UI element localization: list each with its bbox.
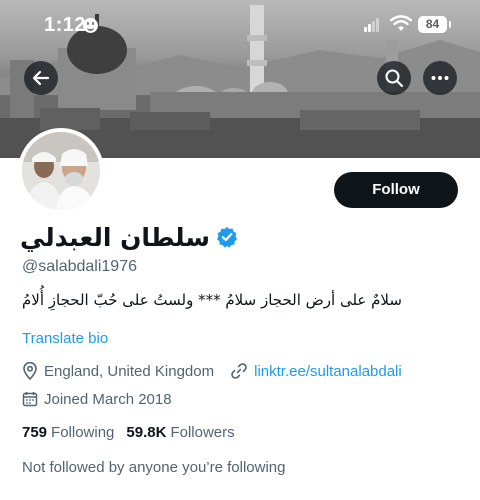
- following-stat[interactable]: 759 Following: [22, 424, 114, 441]
- wifi-icon: [390, 15, 412, 31]
- follow-button[interactable]: Follow: [334, 172, 458, 208]
- link-icon: [231, 363, 247, 379]
- verified-badge-icon[interactable]: [216, 226, 238, 248]
- more-button[interactable]: [423, 61, 457, 95]
- display-name-row: سلطان العبدلي: [20, 218, 238, 256]
- calendar-icon: [22, 392, 38, 407]
- profile-website-link[interactable]: linktr.ee/sultanalabdali: [254, 363, 402, 380]
- meta-row-location-link: England, United Kingdom linktr.ee/sultan…: [22, 360, 402, 382]
- following-label: Following: [51, 424, 115, 441]
- back-button[interactable]: [24, 61, 58, 95]
- translate-bio-link[interactable]: Translate bio: [22, 330, 108, 347]
- followers-label: Followers: [170, 424, 235, 441]
- profile-stats: 759 Following 59.8K Followers: [22, 424, 247, 441]
- meta-row-joined: Joined March 2018: [22, 388, 172, 410]
- profile-bio: سلامٌ على أرض الحجاز سلامُ *** ولستُ على…: [22, 291, 402, 309]
- display-name: سلطان العبدلي: [20, 222, 210, 252]
- followers-stat[interactable]: 59.8K Followers: [126, 424, 234, 441]
- profile-joined-date: Joined March 2018: [44, 390, 172, 408]
- cellular-signal-icon: [364, 18, 380, 32]
- not-followed-note: Not followed by anyone you’re following: [22, 459, 286, 476]
- search-icon: [385, 69, 404, 88]
- avatar[interactable]: [18, 128, 104, 214]
- followers-count: 59.8K: [126, 424, 167, 441]
- focus-face-icon: [83, 18, 98, 33]
- more-icon: [431, 76, 449, 80]
- status-bar: 1:12 84: [0, 0, 480, 52]
- following-count: 759: [22, 424, 48, 441]
- search-button[interactable]: [377, 61, 411, 95]
- profile-handle: @salabdali1976: [22, 258, 137, 275]
- back-arrow-icon: [32, 70, 50, 86]
- battery-indicator: 84: [418, 16, 451, 33]
- avatar-photo: [22, 132, 100, 210]
- profile-location: England, United Kingdom: [44, 362, 215, 380]
- status-time: 1:12: [44, 14, 87, 36]
- location-pin-icon: [23, 362, 37, 380]
